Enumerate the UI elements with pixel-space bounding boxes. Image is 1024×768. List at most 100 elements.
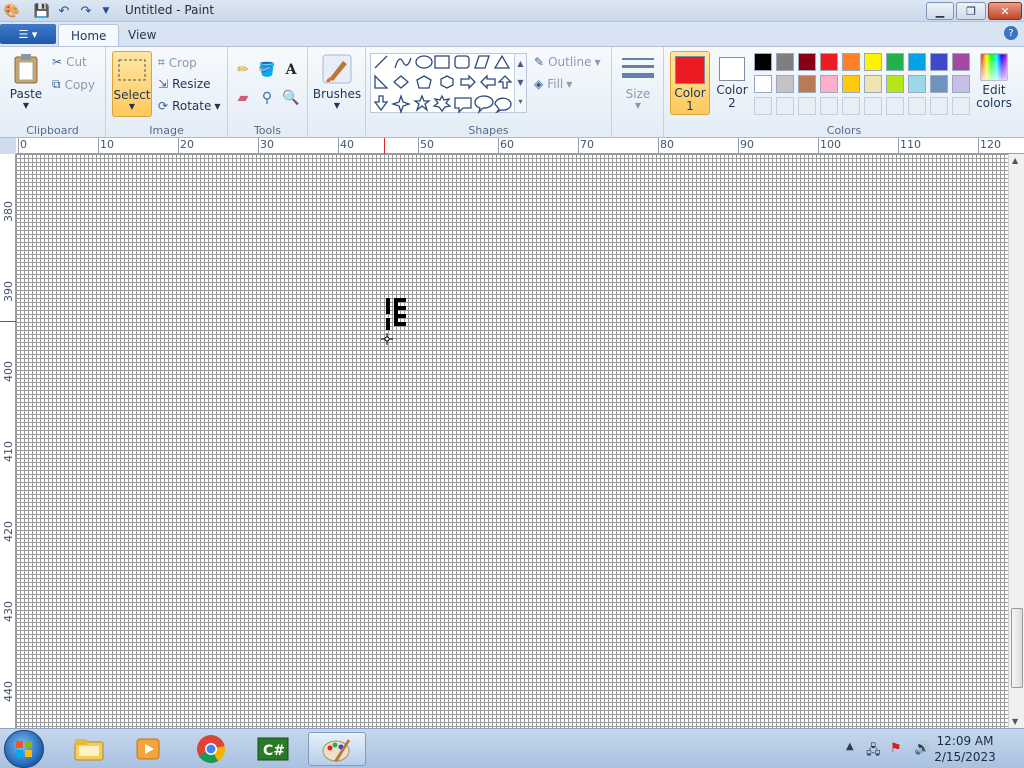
rotate-button[interactable]: ⟳ Rotate ▼ — [158, 99, 221, 113]
drawing-canvas[interactable] — [16, 154, 1008, 728]
palette-swatch[interactable] — [952, 75, 970, 93]
custom-color-slot[interactable] — [776, 97, 794, 115]
palette-swatch[interactable] — [930, 53, 948, 71]
resize-button[interactable]: ⇲ Resize — [158, 77, 211, 91]
custom-color-slot[interactable] — [908, 97, 926, 115]
custom-color-slot[interactable] — [820, 97, 838, 115]
edit-colors-button[interactable]: Edit colors — [974, 53, 1014, 119]
system-clock[interactable]: 12:09 AM 2/15/2023 — [930, 733, 1000, 765]
redo-icon[interactable]: ↷ — [78, 3, 94, 19]
tab-home[interactable]: Home — [58, 24, 120, 46]
custom-color-slot[interactable] — [886, 97, 904, 115]
copy-button[interactable]: ⧉ Copy — [52, 77, 95, 92]
color1-button[interactable]: Color 1 — [670, 51, 710, 115]
ruler-cursor-marker-h — [384, 138, 385, 154]
ruler-cursor-marker-v — [0, 321, 16, 322]
close-button[interactable]: ✕ — [988, 2, 1022, 20]
save-icon[interactable]: 💾 — [34, 3, 50, 19]
palette-swatch[interactable] — [908, 53, 926, 71]
custom-color-slot[interactable] — [864, 97, 882, 115]
ruler-tick-label: 390 — [2, 281, 15, 302]
palette-swatch[interactable] — [820, 53, 838, 71]
fill-button[interactable]: ◈ Fill ▼ — [534, 77, 572, 91]
fill-bucket-icon[interactable]: 🪣 — [256, 59, 278, 81]
palette-swatch[interactable] — [908, 75, 926, 93]
size-button[interactable]: Size ▼ — [616, 51, 660, 117]
palette-swatch[interactable] — [952, 53, 970, 71]
rotate-dropdown-icon[interactable]: ▼ — [214, 102, 220, 111]
paste-label: Paste — [9, 87, 43, 101]
custom-color-slot[interactable] — [930, 97, 948, 115]
chrome-icon[interactable] — [186, 732, 236, 766]
eraser-icon[interactable]: ▰ — [232, 87, 254, 109]
select-button[interactable]: Select ▼ — [112, 51, 152, 117]
palette-swatch[interactable] — [842, 75, 860, 93]
paste-button[interactable]: Paste ▼ — [6, 51, 46, 117]
palette-swatch[interactable] — [820, 75, 838, 93]
undo-icon[interactable]: ↶ — [56, 3, 72, 19]
scissors-icon: ✂ — [52, 55, 63, 69]
clock-date: 2/15/2023 — [934, 750, 996, 764]
file-explorer-icon[interactable] — [64, 732, 114, 766]
network-icon[interactable]: 🖧 — [866, 741, 881, 763]
palette-swatch[interactable] — [776, 53, 794, 71]
palette-swatch[interactable] — [886, 75, 904, 93]
color-picker-icon[interactable]: ⚲ — [256, 87, 278, 109]
text-tool-icon[interactable]: A — [280, 59, 302, 81]
custom-color-slot[interactable] — [754, 97, 772, 115]
brushes-button[interactable]: Brushes ▼ — [312, 51, 362, 117]
magnifier-icon[interactable]: 🔍 — [280, 87, 302, 109]
svg-text:C#: C# — [263, 743, 285, 759]
rotate-icon: ⟳ — [158, 99, 169, 113]
paint-app-icon[interactable]: 🎨 — [4, 3, 20, 19]
cut-button[interactable]: ✂ Cut — [52, 55, 87, 69]
palette-swatch[interactable] — [754, 53, 772, 71]
crop-button[interactable]: ⌗ Crop — [158, 55, 197, 70]
palette-swatch[interactable] — [886, 53, 904, 71]
palette-swatch[interactable] — [754, 75, 772, 93]
palette-swatch[interactable] — [864, 75, 882, 93]
media-player-icon[interactable] — [124, 732, 174, 766]
quick-access-dropdown-icon[interactable]: ▼ — [98, 3, 114, 19]
paste-dropdown-icon[interactable]: ▼ — [23, 101, 29, 110]
palette-swatch[interactable] — [776, 75, 794, 93]
scrollbar-thumb[interactable] — [1011, 608, 1023, 688]
action-center-flag-icon[interactable]: ⚑ — [890, 741, 902, 756]
help-icon[interactable]: ? — [1004, 26, 1018, 40]
pencil-icon[interactable]: ✏ — [232, 59, 254, 81]
color1-label: Color — [674, 86, 706, 100]
shapes-gallery: ▲ ▼ ▾ — [370, 53, 527, 114]
show-hidden-icons-icon[interactable]: ▲ — [846, 741, 854, 752]
custom-color-slot[interactable] — [798, 97, 816, 115]
brushes-dropdown-icon[interactable]: ▼ — [334, 101, 340, 110]
start-button[interactable] — [4, 730, 44, 768]
custom-color-slot[interactable] — [952, 97, 970, 115]
paint-taskbar-icon[interactable] — [308, 732, 366, 766]
tab-view[interactable]: View — [116, 24, 168, 46]
volume-icon[interactable]: 🔊 — [914, 741, 930, 756]
paint-menu-button[interactable]: ☰ ▾ — [0, 24, 56, 44]
csharp-app-icon[interactable]: C# — [248, 732, 298, 766]
outline-label: Outline — [548, 55, 592, 69]
edit-colors-label: Edit — [982, 83, 1006, 97]
palette-swatch[interactable] — [798, 53, 816, 71]
vertical-scrollbar[interactable]: ▲ ▼ — [1008, 154, 1024, 728]
select-dropdown-icon[interactable]: ▼ — [129, 102, 135, 111]
custom-color-slot[interactable] — [842, 97, 860, 115]
minimize-button[interactable]: ▁ — [926, 2, 954, 20]
palette-swatch[interactable] — [864, 53, 882, 71]
palette-swatch[interactable] — [842, 53, 860, 71]
select-label: Select — [113, 88, 151, 102]
restore-button[interactable]: ❐ — [956, 2, 986, 20]
ruler-tick-label: 30 — [258, 138, 274, 154]
size-label: Size — [625, 87, 651, 101]
palette-swatch[interactable] — [798, 75, 816, 93]
scroll-up-icon[interactable]: ▲ — [1012, 156, 1018, 165]
color2-button[interactable]: Color 2 — [712, 53, 752, 113]
ruler-tick-label: 420 — [2, 521, 15, 542]
palette-swatch[interactable] — [930, 75, 948, 93]
scroll-down-icon[interactable]: ▼ — [1012, 717, 1018, 726]
outline-button[interactable]: ✎ Outline ▼ — [534, 55, 601, 69]
tools-group: ✏ 🪣 A ▰ ⚲ 🔍 Tools — [228, 47, 308, 139]
shapes-scroll[interactable]: ▲ ▼ ▾ — [514, 54, 526, 112]
